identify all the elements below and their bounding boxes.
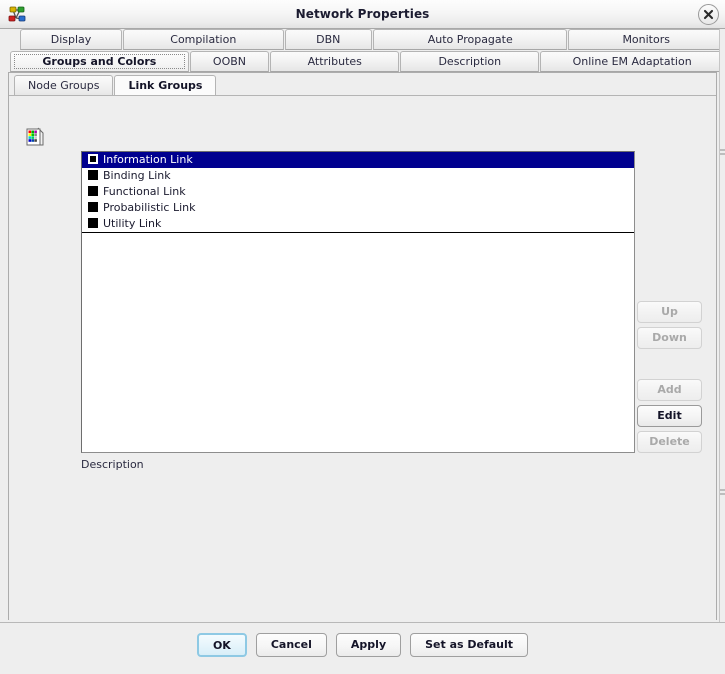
color-swatch-icon (88, 202, 98, 212)
list-item[interactable]: Binding Link (82, 168, 634, 184)
groups-and-colors-panel: Node Groups Link Groups Information Link… (8, 72, 717, 620)
set-as-default-button[interactable]: Set as Default (410, 633, 529, 657)
list-separator (82, 232, 634, 233)
tab-groups-and-colors[interactable]: Groups and Colors (10, 51, 189, 72)
link-groups-list[interactable]: Information Link Binding Link Functional L… (81, 151, 635, 453)
subtab-link-groups[interactable]: Link Groups (114, 75, 217, 96)
title-bar: Network Properties (0, 0, 725, 29)
window-right-edge (719, 29, 725, 622)
dialog-buttons: OK Cancel Apply Set as Default (0, 633, 725, 657)
dialog-button-bar: OK Cancel Apply Set as Default (0, 622, 725, 674)
tab-row-1: Display Compilation DBN Auto Propagate Monit… (0, 29, 725, 51)
tab-attributes[interactable]: Attributes (270, 51, 400, 72)
list-item[interactable]: Utility Link (82, 216, 634, 232)
link-groups-pane: Information Link Binding Link Functional L… (9, 96, 716, 620)
list-item-label: Information Link (103, 153, 193, 166)
tab-label: Auto Propagate (427, 33, 513, 46)
main-tab-strip: Display Compilation DBN Auto Propagate Monit… (0, 29, 725, 73)
color-palette-icon (24, 126, 46, 148)
list-item[interactable]: Information Link (82, 152, 634, 168)
list-item-label: Binding Link (103, 169, 171, 182)
color-swatch-icon (88, 186, 98, 196)
list-item-label: Probabilistic Link (103, 201, 196, 214)
list-item-label: Functional Link (103, 185, 186, 198)
tab-description[interactable]: Description (400, 51, 540, 72)
tab-label: Monitors (622, 33, 670, 46)
tab-monitors[interactable]: Monitors (568, 29, 724, 50)
color-swatch-icon (88, 170, 98, 180)
subtab-node-groups[interactable]: Node Groups (14, 75, 114, 96)
tab-dbn[interactable]: DBN (284, 29, 373, 50)
apply-button[interactable]: Apply (335, 633, 402, 657)
list-item-label: Utility Link (103, 217, 162, 230)
delete-button: Delete (637, 431, 702, 453)
tab-compilation[interactable]: Compilation (123, 29, 284, 50)
edit-button[interactable]: Edit (637, 405, 702, 427)
tab-label: Display (50, 33, 92, 46)
color-swatch-icon (88, 154, 98, 164)
tab-row-2: Groups and Colors OOBN Attributes Descripti… (0, 51, 725, 73)
add-button: Add (637, 379, 702, 401)
tab-auto-propagate[interactable]: Auto Propagate (373, 29, 568, 50)
sub-tab-strip: Node Groups Link Groups (14, 75, 217, 96)
tab-label: Attributes (307, 55, 362, 68)
up-button: Up (637, 301, 702, 323)
tab-label: Online EM Adaptation (572, 55, 692, 68)
tab-label: DBN (316, 33, 341, 46)
color-swatch-icon (88, 218, 98, 228)
close-icon[interactable] (698, 4, 719, 25)
down-button: Down (637, 327, 702, 349)
tab-online-em-adaptation[interactable]: Online EM Adaptation (540, 51, 724, 72)
list-item[interactable]: Functional Link (82, 184, 634, 200)
tab-oobn[interactable]: OOBN (189, 51, 270, 72)
tab-display[interactable]: Display (20, 29, 123, 50)
network-properties-window: Network Properties Display Compilation DBN… (0, 0, 725, 674)
ok-button[interactable]: OK (196, 633, 247, 657)
list-item[interactable]: Probabilistic Link (82, 200, 634, 216)
tab-label: OOBN (212, 55, 246, 68)
cancel-button[interactable]: Cancel (255, 633, 327, 657)
window-title: Network Properties (295, 7, 430, 21)
tab-label: Compilation (170, 33, 237, 46)
tab-label: Description (438, 55, 502, 68)
tab-label: Groups and Colors (42, 55, 157, 68)
description-label: Description (81, 458, 144, 471)
